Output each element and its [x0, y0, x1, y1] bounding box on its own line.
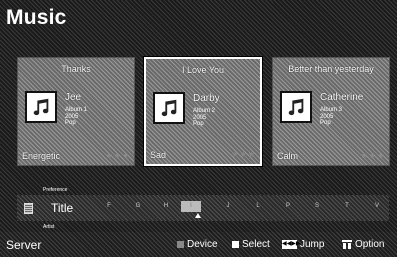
jump-letter[interactable]: G — [129, 203, 147, 209]
track-title: I Love You — [181, 65, 225, 75]
tools-icon — [342, 239, 352, 249]
jump-letter[interactable]: V — [368, 203, 386, 209]
track-card-1[interactable]: Thanks Jee Album 1 2005 Pop Energetic ★★… — [17, 57, 135, 166]
server-label[interactable]: Server — [6, 238, 41, 252]
track-title: Thanks — [61, 64, 91, 74]
sort-current[interactable]: Title — [51, 201, 73, 215]
rewind-forward-icon: ◀◀▶▶ — [282, 239, 301, 249]
jump-letter[interactable]: P — [279, 203, 297, 209]
jump-letter-active[interactable]: I — [181, 201, 201, 212]
track-album: Album 3 — [320, 107, 343, 113]
track-album: Album 1 — [65, 107, 88, 113]
sort-option-below[interactable]: Artist — [43, 224, 54, 230]
track-mood: Sad — [150, 150, 167, 160]
rating-stars: ★★★ — [105, 151, 130, 160]
enter-key-icon — [232, 240, 239, 248]
track-mood: Calm — [277, 151, 299, 161]
track-mood: Energetic — [22, 151, 61, 161]
jump-hint[interactable]: ◀◀▶▶Jump — [282, 239, 324, 250]
option-hint[interactable]: Option — [342, 239, 384, 250]
jump-letter[interactable]: L — [249, 203, 267, 209]
music-note-icon — [25, 91, 57, 123]
music-note-icon — [153, 92, 185, 124]
track-artist: Jee — [65, 92, 82, 103]
jump-letter[interactable]: S — [308, 203, 326, 209]
jump-letter[interactable]: J — [219, 203, 237, 209]
jump-letter[interactable]: F — [100, 203, 118, 209]
track-card-3[interactable]: Better than yesterday Catherine Album 3 … — [272, 57, 390, 166]
track-meta: Album 2 2005 Pop — [193, 108, 215, 128]
page-title: Music — [6, 6, 67, 29]
track-album: Album 2 — [193, 108, 216, 114]
track-genre: Pop — [320, 120, 331, 126]
bottom-bar: Server Device Select ◀◀▶▶Jump Option — [0, 232, 397, 257]
track-genre: Pop — [65, 120, 76, 126]
sort-option-above[interactable]: Preference — [43, 187, 67, 193]
track-artist: Darby — [193, 93, 220, 104]
caret-up-icon — [195, 213, 201, 218]
track-meta: Album 3 2005 Pop — [320, 107, 342, 127]
track-genre: Pop — [193, 121, 204, 127]
gray-key-icon — [177, 240, 184, 248]
music-note-icon — [280, 91, 312, 123]
track-card-2[interactable]: I Love You Darby Album 2 2005 Pop Sad ★★… — [144, 57, 262, 166]
jump-letter[interactable]: H — [157, 203, 175, 209]
track-artist: Catherine — [320, 92, 364, 103]
select-hint[interactable]: Select — [232, 239, 270, 250]
track-title: Better than yesterday — [288, 64, 374, 74]
sort-bar: Title F G H I J L P S T V — [17, 195, 389, 221]
device-hint[interactable]: Device — [177, 239, 218, 250]
track-meta: Album 1 2005 Pop — [65, 107, 87, 127]
rating-stars: ★★★ — [360, 151, 385, 160]
jump-letter[interactable]: T — [338, 203, 356, 209]
list-sort-icon — [24, 203, 33, 214]
rating-stars: ★★★ — [231, 150, 256, 159]
track-carousel: Thanks Jee Album 1 2005 Pop Energetic ★★… — [17, 57, 390, 166]
music-screen: Music Thanks Jee Album 1 2005 Pop Energe… — [0, 0, 397, 257]
